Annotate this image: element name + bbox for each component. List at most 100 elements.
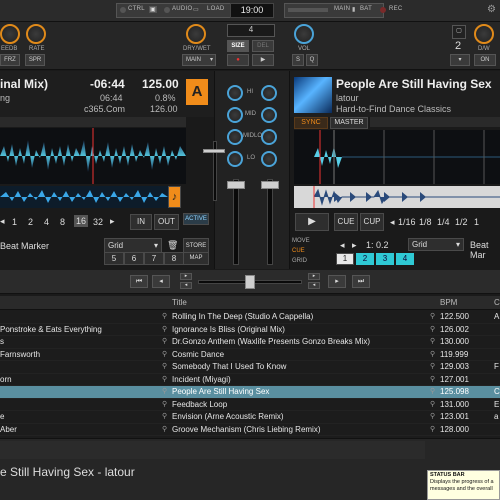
table-row[interactable]: ⚲ Rolling In The Deep (Studio A Cappella)…: [0, 311, 500, 324]
trash-icon[interactable]: 🗑: [167, 240, 178, 251]
magnifier-icon[interactable]: ⚲: [430, 361, 435, 374]
spread-button[interactable]: SPR: [25, 54, 45, 66]
loop-out-button[interactable]: OUT: [154, 214, 179, 230]
settings-gear-icon[interactable]: ⚙: [487, 4, 496, 15]
deck-a-letter[interactable]: A: [186, 79, 208, 105]
freeze-button[interactable]: FRZ: [0, 54, 20, 66]
magnifier-icon[interactable]: ⚲: [162, 361, 167, 374]
magnifier-icon[interactable]: ⚲: [430, 386, 435, 399]
table-row[interactable]: orn ⚲ Incident (Miyagi) ⚲ 127.001: [0, 374, 500, 387]
table-row[interactable]: Aber ⚲ Groove Mechanism (Chris Liebing Rem…: [0, 424, 500, 437]
deck-b-sync-button[interactable]: SYNC: [294, 117, 328, 129]
play-loop-button[interactable]: ▶: [252, 54, 274, 66]
magnifier-icon[interactable]: ⚲: [162, 311, 167, 324]
loop-right-arrow-icon[interactable]: ▸: [110, 216, 115, 227]
deck-b-loop-1-2[interactable]: 1/2: [455, 217, 468, 227]
record-loop-button[interactable]: ●: [227, 54, 249, 66]
table-row[interactable]: s ⚲ Dr.Gonzo Anthem (Waxlife Presents Gonz…: [0, 336, 500, 349]
magnifier-icon[interactable]: ⚲: [430, 336, 435, 349]
deck-b-loop-1-16[interactable]: 1/16: [398, 217, 416, 227]
feedback-knob[interactable]: [0, 24, 20, 44]
table-row[interactable]: Ponstroke & Eats Everything ⚲ Ignorance Is…: [0, 324, 500, 337]
deck-a-overview[interactable]: [0, 186, 168, 208]
deck-b-waveform[interactable]: [294, 130, 500, 184]
loop-left-arrow-icon[interactable]: ◂: [0, 216, 5, 227]
loop-size-2[interactable]: 2: [28, 217, 33, 227]
deck-a-tempo-cap[interactable]: [203, 149, 225, 153]
deck-b-hi-knob[interactable]: [261, 85, 277, 101]
loop-size-32[interactable]: 32: [93, 217, 103, 227]
deck-a-hi-knob[interactable]: [227, 85, 243, 101]
magnifier-icon[interactable]: ⚲: [162, 424, 167, 437]
deck-a-hotcue-6[interactable]: 6: [124, 252, 144, 265]
deck-b-lo-knob[interactable]: [261, 151, 277, 167]
deck-a-lo-knob[interactable]: [227, 151, 243, 167]
magnifier-icon[interactable]: ⚲: [162, 324, 167, 337]
deck-a-prev-icon[interactable]: ◂: [152, 275, 170, 288]
dry-wet-knob[interactable]: [186, 24, 206, 44]
rate-knob[interactable]: [26, 24, 46, 44]
loop-size-1[interactable]: 1: [12, 217, 17, 227]
grid-tab[interactable]: GRID: [292, 258, 307, 264]
deck-b-loop-1[interactable]: 1: [474, 217, 479, 227]
deck-b-fader-cap[interactable]: [261, 181, 279, 189]
loop-size-16[interactable]: 16: [74, 215, 89, 227]
magnifier-icon[interactable]: ⚲: [162, 386, 167, 399]
deck-a-skip-start-icon[interactable]: ⏮: [130, 275, 148, 288]
crossfader-b-assign-icon[interactable]: ▸: [308, 273, 320, 280]
deck-b-mid-knob[interactable]: [261, 107, 277, 123]
table-row[interactable]: ⚲ Feedback Loop ⚲ 131.000 E: [0, 399, 500, 412]
fx-on-button[interactable]: ON: [474, 54, 496, 66]
magnifier-icon[interactable]: ⚲: [162, 349, 167, 362]
column-header-title[interactable]: Title: [172, 298, 187, 307]
magnifier-icon[interactable]: ⚲: [430, 424, 435, 437]
fx-menu-button[interactable]: ▾: [450, 54, 470, 66]
loop-active-button[interactable]: ACTIVE: [183, 213, 209, 225]
deck-b-loop-1-8[interactable]: 1/8: [419, 217, 432, 227]
size-button[interactable]: SIZE: [227, 40, 249, 52]
table-row[interactable]: ⚲ People Are Still Having Sex ⚲ 125.098 C: [0, 386, 500, 399]
column-header-bpm[interactable]: BPM: [440, 298, 457, 307]
deck-a-hotcue-5[interactable]: 5: [104, 252, 124, 265]
magnifier-icon[interactable]: ⚲: [430, 324, 435, 337]
map-button[interactable]: MAP: [183, 252, 209, 265]
dry-wet-knob-right[interactable]: [474, 24, 494, 44]
crossfader-b-mode-icon[interactable]: ◂: [308, 282, 320, 289]
magnifier-icon[interactable]: ⚲: [430, 311, 435, 324]
table-row[interactable]: ⚲ Somebody That I Used To Know ⚲ 129.003 F: [0, 361, 500, 374]
move-left-arrow-icon[interactable]: ◂: [340, 240, 345, 251]
record-led-icon[interactable]: [380, 7, 386, 13]
cue-tab[interactable]: CUE: [292, 248, 305, 254]
loop-in-button[interactable]: IN: [130, 214, 152, 230]
move-tab[interactable]: MOVE: [292, 238, 310, 244]
loop-size-4[interactable]: 4: [44, 217, 49, 227]
loop-size-8[interactable]: 8: [60, 217, 65, 227]
deck-a-fader-cap[interactable]: [227, 181, 245, 189]
deck-b-hotcue-2[interactable]: 2: [356, 253, 374, 265]
magnifier-icon[interactable]: ⚲: [430, 349, 435, 362]
deck-a-midlo-knob[interactable]: [227, 129, 243, 145]
table-row[interactable]: Farnsworth ⚲ Cosmic Dance ⚲ 119.999: [0, 349, 500, 362]
deck-b-cup-button[interactable]: CUP: [360, 213, 384, 231]
crossfader-cap[interactable]: [245, 275, 255, 289]
magnifier-icon[interactable]: ⚲: [162, 374, 167, 387]
deck-a-note-icon[interactable]: ♪: [168, 186, 181, 208]
magnifier-icon[interactable]: ⚲: [430, 399, 435, 412]
deck-b-midlo-knob[interactable]: [261, 129, 277, 145]
move-right-arrow-icon[interactable]: ▸: [352, 240, 357, 251]
deck-b-hotcue-4[interactable]: 4: [396, 253, 414, 265]
deck-b-grid-select[interactable]: Grid ▾: [408, 238, 464, 251]
crossfader-a-mode-icon[interactable]: ◂: [180, 282, 192, 289]
deck-b-cue-button[interactable]: CUE: [334, 213, 358, 231]
main-select[interactable]: MAIN ▾: [182, 54, 216, 66]
loop-left-arrow-icon[interactable]: ◂: [390, 217, 395, 228]
magnifier-icon[interactable]: ⚲: [162, 399, 167, 412]
deck-a-waveform[interactable]: [0, 128, 186, 184]
deck-b-hotcue-1[interactable]: 1: [336, 253, 354, 265]
magnifier-icon[interactable]: ⚲: [162, 336, 167, 349]
table-row[interactable]: e ⚲ Envision (Arne Acoustic Remix) ⚲ 123.001…: [0, 411, 500, 424]
deck-b-master-button[interactable]: MASTER: [330, 117, 368, 129]
delete-button[interactable]: DEL: [252, 40, 274, 52]
deck-b-play-button[interactable]: ▶: [295, 213, 329, 231]
deck-b-hotcue-3[interactable]: 3: [376, 253, 394, 265]
